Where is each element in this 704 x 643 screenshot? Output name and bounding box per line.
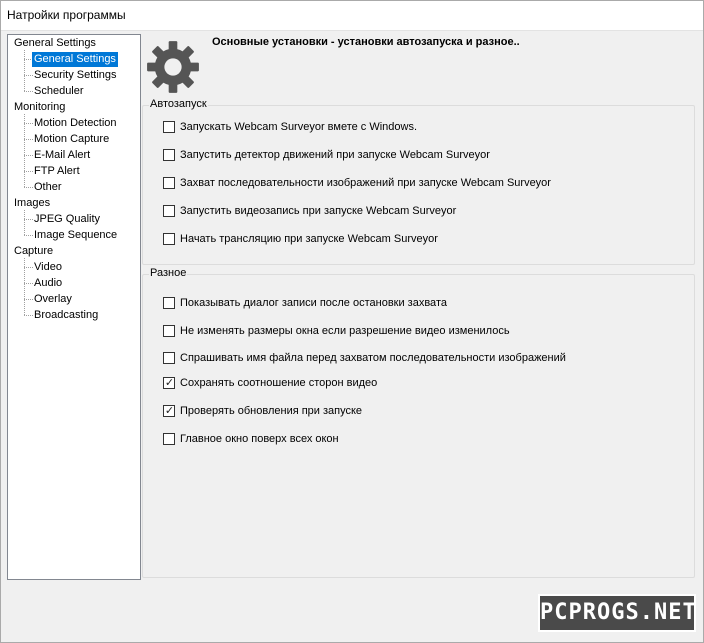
tree-item-other[interactable]: Other: [32, 180, 64, 195]
settings-window: Натройки программы General Settings Gene…: [0, 0, 704, 643]
group-misc: Разное ✓ Показывать диалог записи после …: [142, 267, 695, 578]
window-title: Натройки программы: [7, 8, 126, 22]
group-misc-title: Разное: [149, 267, 188, 279]
tree-item-motion-capture[interactable]: Motion Capture: [32, 132, 111, 147]
settings-panel: Основные установки - установки автозапус…: [142, 34, 699, 580]
tree-category-capture[interactable]: Capture: [14, 244, 53, 259]
checkbox-ask-filename[interactable]: ✓: [163, 352, 175, 364]
watermark-logo: PCPROGS.NET: [538, 594, 696, 632]
checkbox-show-save-dialog[interactable]: ✓: [163, 297, 175, 309]
checkbox-label: Показывать диалог записи после остановки…: [180, 297, 447, 309]
checkbox-label: Начать трансляцию при запуске Webcam Sur…: [180, 233, 438, 245]
checkbox-label: Не изменять размеры окна если разрешение…: [180, 325, 510, 337]
checkbox-label: Сохранять соотношение сторон видео: [180, 377, 378, 389]
tree-item-email-alert[interactable]: E-Mail Alert: [32, 148, 92, 163]
title-bar[interactable]: Натройки программы: [1, 1, 703, 31]
settings-tree[interactable]: General Settings General Settings Securi…: [7, 34, 141, 580]
checkbox-label: Спрашивать имя файла перед захватом посл…: [180, 352, 566, 364]
checkbox-keep-window-size[interactable]: ✓: [163, 325, 175, 337]
checkbox-start-image-sequence[interactable]: ✓: [163, 177, 175, 189]
checkbox-start-motion-detector[interactable]: ✓: [163, 149, 175, 161]
checkbox-label: Запускать Webcam Surveyor вмете с Window…: [180, 121, 418, 133]
tree-item-video[interactable]: Video: [32, 260, 64, 275]
checkbox-start-with-windows[interactable]: ✓: [163, 121, 175, 133]
checkbox-label: Главное окно поверх всех окон: [180, 433, 339, 445]
tree-item-motion-detection[interactable]: Motion Detection: [32, 116, 119, 131]
tree-item-overlay[interactable]: Overlay: [32, 292, 74, 307]
tree-category-monitoring[interactable]: Monitoring: [14, 100, 65, 115]
tree-item-general-settings[interactable]: General Settings: [32, 52, 118, 67]
tree-category-general-settings[interactable]: General Settings: [14, 36, 96, 51]
checkbox-always-on-top[interactable]: ✓: [163, 433, 175, 445]
checkbox-label: Проверять обновления при запуске: [180, 405, 363, 417]
checkbox-label: Запустить видеозапись при запуске Webcam…: [180, 205, 457, 217]
checkbox-label: Захват последовательности изображений пр…: [180, 177, 551, 189]
tree-item-audio[interactable]: Audio: [32, 276, 64, 291]
tree-item-broadcasting[interactable]: Broadcasting: [32, 308, 100, 323]
checkbox-start-broadcast[interactable]: ✓: [163, 233, 175, 245]
checkbox-start-video-recording[interactable]: ✓: [163, 205, 175, 217]
tree-item-image-sequence[interactable]: Image Sequence: [32, 228, 119, 243]
checkbox-check-updates[interactable]: ✓: [163, 405, 175, 417]
tree-category-images[interactable]: Images: [14, 196, 50, 211]
tree-item-ftp-alert[interactable]: FTP Alert: [32, 164, 82, 179]
checkbox-label: Запустить детектор движений при запуске …: [180, 149, 490, 161]
tree-item-security-settings[interactable]: Security Settings: [32, 68, 119, 83]
panel-header: Основные установки - установки автозапус…: [212, 36, 520, 48]
checkbox-keep-aspect-ratio[interactable]: ✓: [163, 377, 175, 389]
gear-icon: [147, 41, 199, 93]
tree-item-scheduler[interactable]: Scheduler: [32, 84, 86, 99]
tree-item-jpeg-quality[interactable]: JPEG Quality: [32, 212, 102, 227]
group-autostart-title: Автозапуск: [149, 98, 208, 110]
group-autostart: Автозапуск ✓ Запускать Webcam Surveyor в…: [142, 98, 695, 265]
